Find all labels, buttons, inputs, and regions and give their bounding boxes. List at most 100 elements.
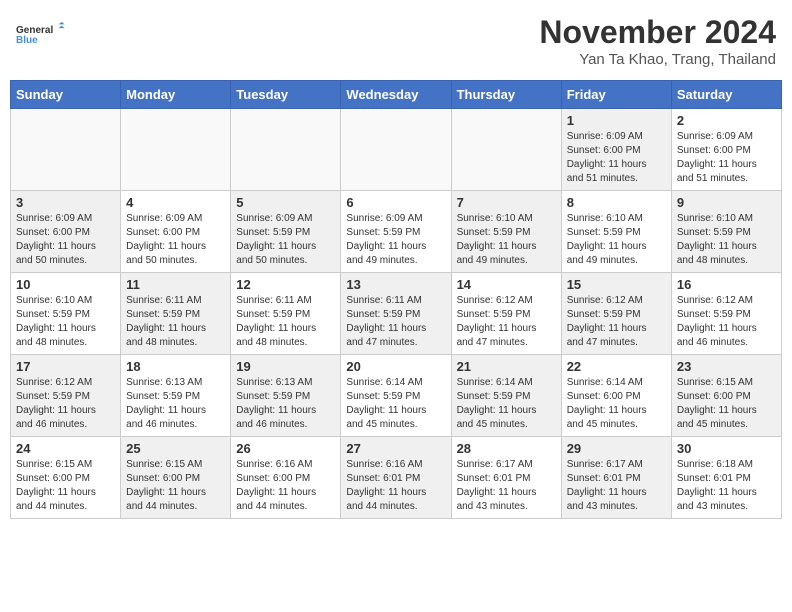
calendar-cell: 20 Sunrise: 6:14 AM Sunset: 5:59 PM Dayli… (341, 355, 451, 437)
day-info: Sunrise: 6:11 AM Sunset: 5:59 PM Dayligh… (236, 294, 335, 350)
day-info: Sunrise: 6:11 AM Sunset: 5:59 PM Dayligh… (346, 294, 445, 350)
calendar-cell: 13 Sunrise: 6:11 AM Sunset: 5:59 PM Dayli… (341, 273, 451, 355)
day-info: Sunrise: 6:09 AM Sunset: 5:59 PM Dayligh… (346, 212, 445, 268)
day-info: Sunrise: 6:09 AM Sunset: 6:00 PM Dayligh… (567, 130, 666, 186)
calendar-cell: 12Sunrise: 6:11 AM Sunset: 5:59 PM Dayli… (231, 273, 341, 355)
day-number: 17 (16, 359, 115, 374)
header-monday: Monday (121, 81, 231, 109)
day-info: Sunrise: 6:13 AM Sunset: 5:59 PM Dayligh… (236, 376, 335, 432)
day-info: Sunrise: 6:10 AM Sunset: 5:59 PM Dayligh… (457, 212, 556, 268)
week-row-1: 1 Sunrise: 6:09 AM Sunset: 6:00 PM Daylig… (11, 109, 782, 191)
calendar-cell: 19 Sunrise: 6:13 AM Sunset: 5:59 PM Dayli… (231, 355, 341, 437)
day-info: Sunrise: 6:17 AM Sunset: 6:01 PM Dayligh… (567, 458, 666, 514)
day-number: 29 (567, 441, 666, 456)
day-number: 28 (457, 441, 556, 456)
day-number: 11 (126, 277, 225, 292)
day-info: Sunrise: 6:10 AM Sunset: 5:59 PM Dayligh… (567, 212, 666, 268)
day-number: 20 (346, 359, 445, 374)
day-number: 2 (677, 113, 776, 128)
day-number: 10 (16, 277, 115, 292)
calendar-cell: 30 Sunrise: 6:18 AM Sunset: 6:01 PM Dayli… (671, 437, 781, 519)
day-info: Sunrise: 6:09 AM Sunset: 5:59 PM Dayligh… (236, 212, 335, 268)
day-number: 19 (236, 359, 335, 374)
day-info: Sunrise: 6:13 AM Sunset: 5:59 PM Dayligh… (126, 376, 225, 432)
calendar-cell: 4 Sunrise: 6:09 AM Sunset: 6:00 PM Daylig… (121, 191, 231, 273)
calendar-cell (451, 109, 561, 191)
header-saturday: Saturday (671, 81, 781, 109)
header-tuesday: Tuesday (231, 81, 341, 109)
day-info: Sunrise: 6:14 AM Sunset: 5:59 PM Dayligh… (346, 376, 445, 432)
calendar-cell: 28 Sunrise: 6:17 AM Sunset: 6:01 PM Dayli… (451, 437, 561, 519)
calendar-table: SundayMondayTuesdayWednesdayThursdayFrid… (10, 80, 782, 519)
calendar-cell (341, 109, 451, 191)
week-row-4: 17Sunrise: 6:12 AM Sunset: 5:59 PM Dayli… (11, 355, 782, 437)
calendar-cell: 25Sunrise: 6:15 AM Sunset: 6:00 PM Dayli… (121, 437, 231, 519)
day-info: Sunrise: 6:18 AM Sunset: 6:01 PM Dayligh… (677, 458, 776, 514)
day-number: 16 (677, 277, 776, 292)
day-number: 8 (567, 195, 666, 210)
header-thursday: Thursday (451, 81, 561, 109)
calendar-cell: 8 Sunrise: 6:10 AM Sunset: 5:59 PM Daylig… (561, 191, 671, 273)
calendar-cell: 29 Sunrise: 6:17 AM Sunset: 6:01 PM Dayli… (561, 437, 671, 519)
day-number: 4 (126, 195, 225, 210)
day-info: Sunrise: 6:12 AM Sunset: 5:59 PM Dayligh… (457, 294, 556, 350)
day-info: Sunrise: 6:12 AM Sunset: 5:59 PM Dayligh… (677, 294, 776, 350)
title-section: November 2024 Yan Ta Khao, Trang, Thaila… (539, 14, 776, 68)
header-wednesday: Wednesday (341, 81, 451, 109)
day-info: Sunrise: 6:14 AM Sunset: 6:00 PM Dayligh… (567, 376, 666, 432)
day-number: 13 (346, 277, 445, 292)
day-info: Sunrise: 6:15 AM Sunset: 6:00 PM Dayligh… (16, 458, 115, 514)
day-info: Sunrise: 6:16 AM Sunset: 6:01 PM Dayligh… (346, 458, 445, 514)
day-number: 1 (567, 113, 666, 128)
day-number: 24 (16, 441, 115, 456)
calendar-cell: 14 Sunrise: 6:12 AM Sunset: 5:59 PM Dayli… (451, 273, 561, 355)
day-info: Sunrise: 6:16 AM Sunset: 6:00 PM Dayligh… (236, 458, 335, 514)
calendar-cell: 7 Sunrise: 6:10 AM Sunset: 5:59 PM Daylig… (451, 191, 561, 273)
calendar-cell (11, 109, 121, 191)
day-info: Sunrise: 6:09 AM Sunset: 6:00 PM Dayligh… (16, 212, 115, 268)
day-info: Sunrise: 6:09 AM Sunset: 6:00 PM Dayligh… (677, 130, 776, 186)
calendar-cell: 15 Sunrise: 6:12 AM Sunset: 5:59 PM Dayli… (561, 273, 671, 355)
day-number: 14 (457, 277, 556, 292)
calendar-cell (121, 109, 231, 191)
page-header: General Blue November 2024 Yan Ta Khao, … (10, 10, 782, 72)
day-number: 22 (567, 359, 666, 374)
day-info: Sunrise: 6:15 AM Sunset: 6:00 PM Dayligh… (126, 458, 225, 514)
calendar-cell: 16 Sunrise: 6:12 AM Sunset: 5:59 PM Dayli… (671, 273, 781, 355)
day-number: 6 (346, 195, 445, 210)
calendar-cell: 22 Sunrise: 6:14 AM Sunset: 6:00 PM Dayli… (561, 355, 671, 437)
svg-text:Blue: Blue (16, 35, 38, 46)
calendar-header-row: SundayMondayTuesdayWednesdayThursdayFrid… (11, 81, 782, 109)
week-row-3: 10 Sunrise: 6:10 AM Sunset: 5:59 PM Dayli… (11, 273, 782, 355)
calendar-cell: 21Sunrise: 6:14 AM Sunset: 5:59 PM Dayli… (451, 355, 561, 437)
calendar-cell: 18 Sunrise: 6:13 AM Sunset: 5:59 PM Dayli… (121, 355, 231, 437)
day-info: Sunrise: 6:11 AM Sunset: 5:59 PM Dayligh… (126, 294, 225, 350)
month-title: November 2024 (539, 14, 776, 51)
day-number: 30 (677, 441, 776, 456)
week-row-5: 24 Sunrise: 6:15 AM Sunset: 6:00 PM Dayli… (11, 437, 782, 519)
calendar-cell: 26Sunrise: 6:16 AM Sunset: 6:00 PM Dayli… (231, 437, 341, 519)
day-number: 7 (457, 195, 556, 210)
day-number: 3 (16, 195, 115, 210)
day-number: 5 (236, 195, 335, 210)
day-number: 27 (346, 441, 445, 456)
calendar-cell: 3 Sunrise: 6:09 AM Sunset: 6:00 PM Daylig… (11, 191, 121, 273)
calendar-cell: 5 Sunrise: 6:09 AM Sunset: 5:59 PM Daylig… (231, 191, 341, 273)
day-number: 23 (677, 359, 776, 374)
calendar-cell: 2 Sunrise: 6:09 AM Sunset: 6:00 PM Daylig… (671, 109, 781, 191)
day-info: Sunrise: 6:09 AM Sunset: 6:00 PM Dayligh… (126, 212, 225, 268)
day-info: Sunrise: 6:15 AM Sunset: 6:00 PM Dayligh… (677, 376, 776, 432)
day-number: 21 (457, 359, 556, 374)
svg-text:General: General (16, 25, 53, 36)
day-number: 9 (677, 195, 776, 210)
day-info: Sunrise: 6:12 AM Sunset: 5:59 PM Dayligh… (567, 294, 666, 350)
location-title: Yan Ta Khao, Trang, Thailand (539, 51, 776, 68)
day-number: 15 (567, 277, 666, 292)
week-row-2: 3 Sunrise: 6:09 AM Sunset: 6:00 PM Daylig… (11, 191, 782, 273)
logo: General Blue (16, 14, 66, 56)
day-info: Sunrise: 6:10 AM Sunset: 5:59 PM Dayligh… (16, 294, 115, 350)
day-info: Sunrise: 6:17 AM Sunset: 6:01 PM Dayligh… (457, 458, 556, 514)
day-number: 18 (126, 359, 225, 374)
calendar-cell: 9Sunrise: 6:10 AM Sunset: 5:59 PM Daylig… (671, 191, 781, 273)
calendar-cell: 27 Sunrise: 6:16 AM Sunset: 6:01 PM Dayli… (341, 437, 451, 519)
